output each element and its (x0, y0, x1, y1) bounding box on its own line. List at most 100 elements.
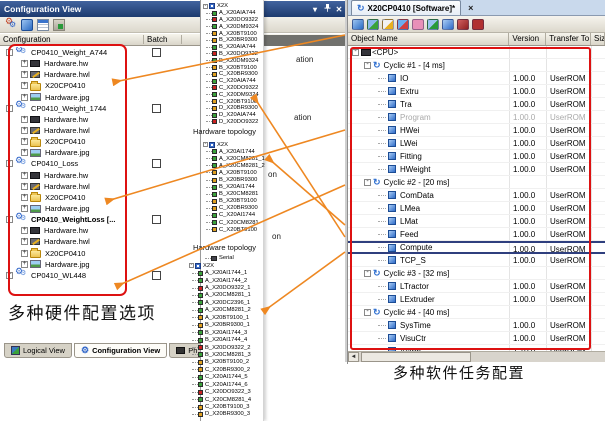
topology-module-row[interactable]: C_X20AIA744 (203, 78, 273, 85)
topology-root-row[interactable]: -X2X (203, 141, 273, 148)
topology-module-row[interactable]: A_X20CM8281_2 (203, 162, 273, 169)
config-child-row[interactable]: +Hardware.hw (0, 225, 345, 236)
topology-module-row[interactable]: D_X20BR9300 (203, 105, 273, 112)
topology-module-row[interactable]: A_X20BT9100_1 (189, 314, 259, 321)
expander-icon[interactable]: - (6, 49, 13, 56)
batch-checkbox[interactable] (152, 104, 161, 113)
config-child-row[interactable]: +X20CP0410 (0, 248, 345, 259)
expander-icon[interactable]: - (6, 160, 13, 167)
rebuild-icon[interactable] (397, 19, 409, 30)
expander-icon[interactable]: - (203, 4, 208, 9)
expander-icon[interactable]: + (21, 138, 28, 145)
compare-icon[interactable] (427, 19, 439, 30)
config-child-row[interactable]: +Hardware.hwl (0, 181, 345, 192)
topology-module-row[interactable]: A_X20AI1744_2 (189, 277, 259, 284)
topology-module-row[interactable]: B_X20DO9322 (203, 51, 273, 58)
column-version[interactable]: Version (509, 33, 546, 45)
software-row[interactable]: HWei1.00.0UserROM (348, 124, 605, 137)
config-child-row[interactable]: +Hardware.hw (0, 58, 345, 69)
topology-module-row[interactable]: D_X20DO9322 (203, 119, 273, 126)
software-row[interactable]: -<CPU> (348, 46, 605, 59)
topology-module-row[interactable]: C_X20BR9300_2 (189, 366, 259, 373)
scroll-left-icon[interactable]: ◄ (348, 352, 359, 362)
expander-icon[interactable]: + (21, 250, 28, 257)
objects-cube-icon[interactable] (21, 19, 33, 31)
column-transfer-to[interactable]: Transfer To (546, 33, 591, 45)
software-row[interactable]: LMea1.00.0UserROM (348, 202, 605, 215)
export-window-icon[interactable] (53, 19, 65, 31)
software-row[interactable]: ComData1.00.0UserROM (348, 189, 605, 202)
tab-x20cp0410-software[interactable]: ↻ X20CP0410 [Software]* (351, 0, 461, 15)
configuration-gears-icon[interactable]: ⚙⚙ (5, 19, 17, 31)
topology-module-row[interactable]: A_X20DC2396_1 (189, 299, 259, 306)
config-row[interactable]: -⚙⚙CP0410_Weight_A744 (0, 47, 345, 58)
expander-icon[interactable]: - (352, 49, 359, 56)
topology-module-row[interactable]: D_X20BR9300_3 (189, 411, 259, 418)
topology-module-row[interactable]: A_X20AI1744 (203, 148, 273, 155)
remove-icon[interactable] (472, 19, 484, 30)
software-row[interactable]: LTractor1.00.0UserROM (348, 280, 605, 293)
expander-icon[interactable]: + (21, 116, 28, 123)
erase-icon[interactable] (412, 19, 424, 30)
software-row[interactable]: -↻Cyclic #1 - [4 ms] (348, 59, 605, 72)
topology-module-row[interactable]: C_X20BT9100 (203, 226, 273, 233)
topology-module-row[interactable]: C_X20DM9324 (203, 91, 273, 98)
batch-checkbox[interactable] (152, 215, 161, 224)
topology-module-row[interactable]: A_X20DM9324 (203, 23, 273, 30)
pin-icon[interactable] (321, 4, 333, 14)
software-row[interactable]: HWeight1.00.0UserROM (348, 163, 605, 176)
config-row[interactable]: -⚙⚙CP0410_Loss (0, 158, 345, 169)
topology-module-row[interactable]: C_X20AI1744 (203, 212, 273, 219)
topology-module-row[interactable]: C_X20AI1744_6 (189, 381, 259, 388)
topology-module-row[interactable]: A_X20CM8281_1 (189, 292, 259, 299)
expander-icon[interactable]: - (6, 216, 13, 223)
topology-module-row[interactable]: B_X20BT9100_2 (189, 359, 259, 366)
software-row[interactable]: -↻Cyclic #2 - [20 ms] (348, 176, 605, 189)
topology-module-row[interactable]: A_X20CM8281_2 (189, 307, 259, 314)
topology-module-row[interactable]: B_X20AI1744 (203, 184, 273, 191)
expander-icon[interactable]: - (364, 309, 371, 316)
expander-icon[interactable]: + (21, 82, 28, 89)
expander-icon[interactable]: - (364, 62, 371, 69)
config-child-row[interactable]: +Hardware.hwl (0, 69, 345, 80)
topology-module-row[interactable]: B_X20CM8281 (203, 191, 273, 198)
topology-module-row[interactable]: C_X20BR9300 (203, 205, 273, 212)
config-child-row[interactable]: +Hardware.jpg (0, 147, 345, 158)
topology-module-row[interactable]: A_X20AIA744 (203, 10, 273, 17)
topology-module-row[interactable]: C_X20CM8281 (203, 219, 273, 226)
config-child-row[interactable]: +Hardware.hwl (0, 236, 345, 247)
column-object-name[interactable]: Object Name (348, 33, 509, 45)
expander-icon[interactable]: + (21, 238, 28, 245)
topology-module-row[interactable]: B_X20BR9300 (203, 176, 273, 183)
software-row[interactable]: SysTime1.00.0UserROM (348, 319, 605, 332)
config-child-row[interactable]: +X20CP0410 (0, 192, 345, 203)
topology-module-row[interactable]: A_X20BT9100 (203, 169, 273, 176)
expander-icon[interactable]: + (21, 183, 28, 190)
tab-configuration-view[interactable]: ⚙Configuration View (74, 343, 167, 358)
topology-module-row[interactable]: B_X20BT9100 (203, 64, 273, 71)
topology-module-row[interactable]: B_X20BT9100 (203, 198, 273, 205)
insert-object-icon[interactable] (367, 19, 379, 30)
topology-module-row[interactable]: A_X20DO9322 (203, 17, 273, 24)
software-row[interactable]: LExtruder1.00.0UserROM (348, 293, 605, 306)
software-row[interactable]: Program1.00.0UserROM (348, 111, 605, 124)
topology-module-row[interactable]: A_X20BT9100 (203, 30, 273, 37)
topology-module-row[interactable]: B_X20AI1744_4 (189, 336, 259, 343)
expander-icon[interactable]: + (21, 71, 28, 78)
software-row[interactable]: -↻Cyclic #3 - [32 ms] (348, 267, 605, 280)
config-child-row[interactable]: +Hardware.hw (0, 170, 345, 181)
topology-module-row[interactable]: D_X20AIA744 (203, 112, 273, 119)
topology-root-row[interactable]: -X2X (203, 3, 273, 10)
expander-icon[interactable]: + (21, 194, 28, 201)
dropdown-icon[interactable]: ▾ (309, 5, 321, 14)
expander-icon[interactable]: + (6, 272, 13, 279)
batch-checkbox[interactable] (152, 159, 161, 168)
software-row[interactable]: VisuCtr1.00.0UserROM (348, 332, 605, 345)
software-row[interactable]: LWei1.00.0UserROM (348, 137, 605, 150)
expander-icon[interactable]: + (21, 172, 28, 179)
expander-icon[interactable]: - (364, 179, 371, 186)
config-child-row[interactable]: +Hardware.jpg (0, 92, 345, 103)
software-row[interactable]: Compute1.00.0UserROM (348, 241, 605, 254)
expander-icon[interactable]: - (6, 105, 13, 112)
topology-module-row[interactable]: C_X20DO9322 (203, 85, 273, 92)
